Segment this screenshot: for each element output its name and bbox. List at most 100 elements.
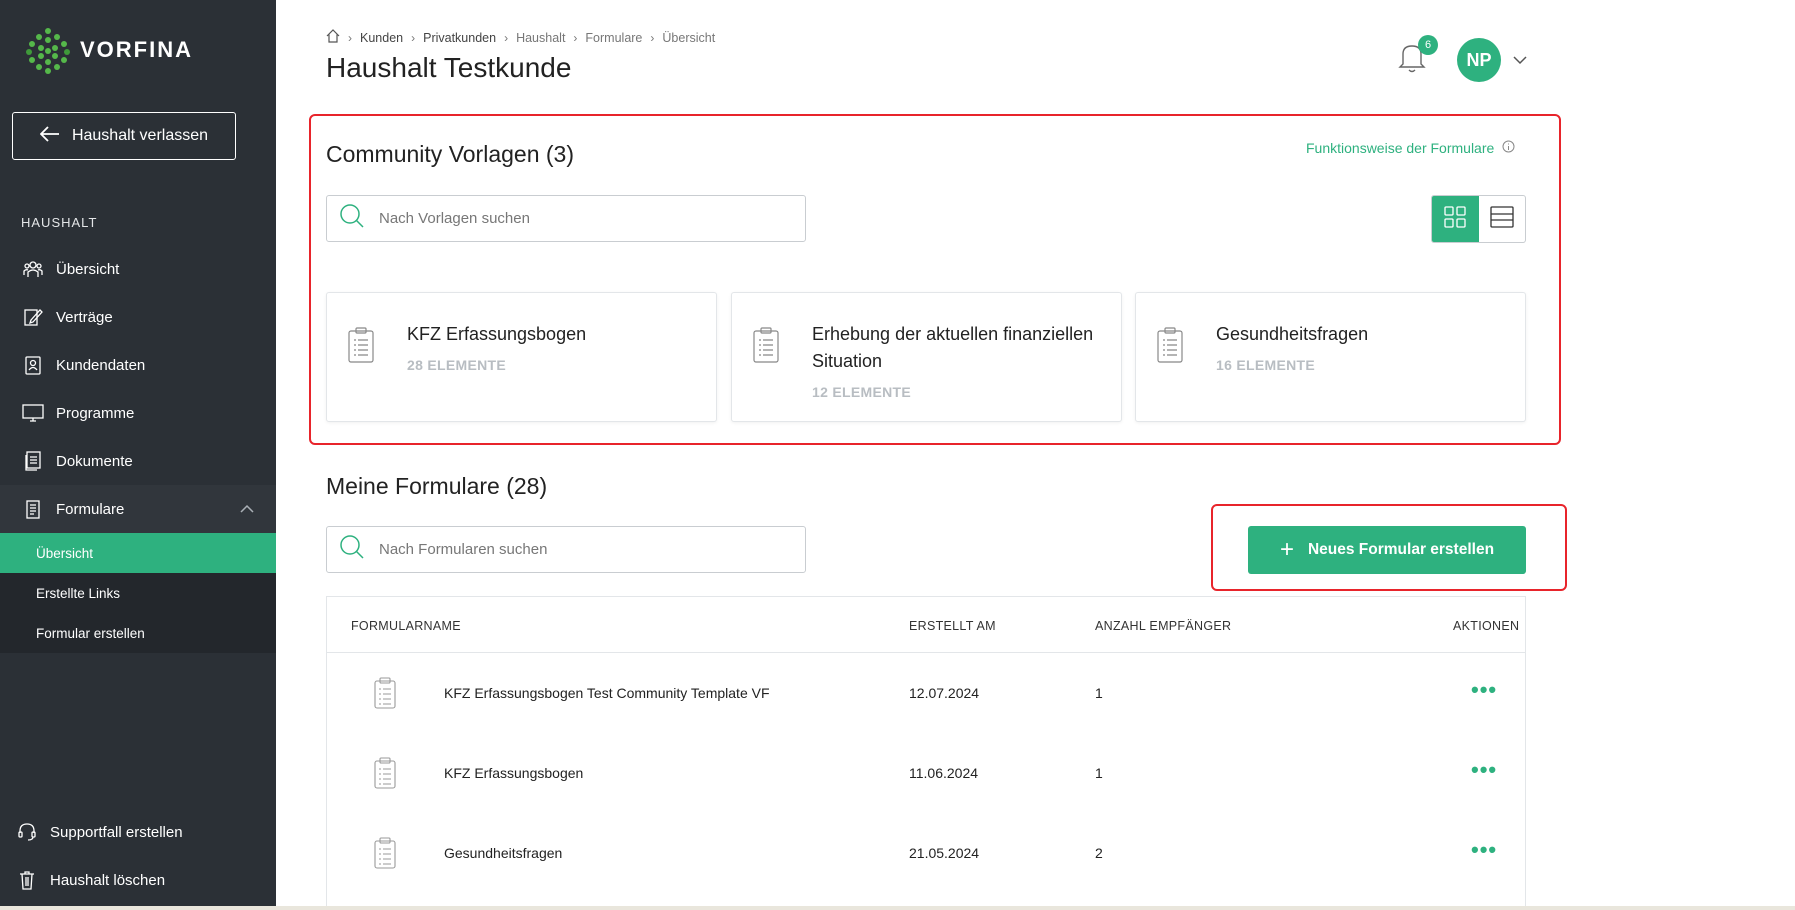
table-header: FORMULARNAME ERSTELLT AM ANZAHL EMPFÄNGE… [327, 597, 1525, 653]
view-toggle [1431, 195, 1526, 243]
sidebar-item-kundendaten[interactable]: Kundendaten [0, 341, 276, 389]
sidebar-item-label: Verträge [56, 308, 113, 326]
my-forms-title: Meine Formulare (28) [326, 473, 548, 499]
search-icon [339, 203, 365, 234]
leave-household-label: Haushalt verlassen [71, 127, 209, 144]
form-document-icon [347, 327, 375, 363]
column-header-created[interactable]: ERSTELLT AM [909, 619, 996, 633]
sidebar-nav: Übersicht Verträge Kundendaten Programme [0, 245, 276, 653]
sidebar-item-vertraege[interactable]: Verträge [0, 293, 276, 341]
form-created-date: 12.07.2024 [909, 685, 980, 701]
form-name[interactable]: KFZ Erfassungsbogen Test Community Templ… [444, 685, 770, 701]
sidebar-item-label: Haushalt löschen [50, 871, 166, 889]
trash-icon [16, 869, 38, 891]
sidebar-item-programme[interactable]: Programme [0, 389, 276, 437]
edit-icon [22, 306, 44, 328]
sidebar-item-label: Übersicht [56, 260, 120, 278]
sidebar-subitem-erstellte-links[interactable]: Erstellte Links [0, 573, 276, 613]
sidebar-item-label: Programme [56, 404, 135, 422]
template-element-count: 28 ELEMENTE [407, 357, 506, 373]
leave-household-button[interactable]: Haushalt verlassen [12, 112, 236, 160]
template-search [326, 195, 806, 242]
vorfina-logo-icon [26, 28, 70, 74]
contact-card-icon [22, 354, 44, 376]
page-title: Haushalt Testkunde [326, 52, 572, 83]
sidebar-item-label: Kundendaten [56, 356, 146, 374]
sidebar-item-label: Dokumente [56, 452, 133, 470]
form-search [326, 526, 806, 573]
list-view-button[interactable] [1479, 196, 1526, 242]
form-created-date: 21.05.2024 [909, 845, 980, 861]
sidebar-subitem-formular-erstellen[interactable]: Formular erstellen [0, 613, 276, 653]
sidebar: VORFINA Haushalt verlassen HAUSHALT Über… [0, 0, 276, 910]
table-row[interactable]: KFZ Erfassungsbogen 11.06.2024 1 ••• [327, 733, 1525, 813]
logo[interactable]: VORFINA [26, 28, 193, 74]
template-element-count: 16 ELEMENTE [1216, 357, 1315, 373]
breadcrumb-item-current: Übersicht [662, 30, 716, 45]
template-search-input[interactable] [379, 210, 779, 227]
window-bottom-edge [0, 906, 1795, 910]
template-name: Erhebung der aktuellen finanziellen Situ… [812, 324, 1094, 371]
chevron-down-icon[interactable] [1513, 52, 1527, 66]
form-recipient-count: 1 [1095, 685, 1103, 701]
template-name: KFZ Erfassungsbogen [407, 324, 587, 344]
delete-household-button[interactable]: Haushalt löschen [0, 856, 276, 904]
form-document-icon [373, 757, 397, 789]
form-icon [22, 498, 44, 520]
form-document-icon [373, 837, 397, 869]
community-title: Community Vorlagen (3) [326, 141, 574, 167]
form-name[interactable]: Gesundheitsfragen [444, 845, 562, 861]
breadcrumb-item[interactable]: Haushalt [516, 31, 565, 45]
form-document-icon [373, 677, 397, 709]
documents-icon [22, 450, 44, 472]
column-header-actions: AKTIONEN [1453, 619, 1520, 633]
template-card[interactable]: Gesundheitsfragen 16 ELEMENTE [1135, 292, 1526, 422]
new-form-button[interactable]: + Neues Formular erstellen [1248, 526, 1526, 574]
forms-table: FORMULARNAME ERSTELLT AM ANZAHL EMPFÄNGE… [326, 596, 1526, 910]
plus-icon: + [1279, 536, 1294, 563]
home-icon[interactable] [326, 29, 340, 46]
brand-name: VORFINA [80, 37, 193, 62]
grid-view-button[interactable] [1432, 196, 1479, 242]
people-icon [22, 258, 44, 280]
sidebar-bottom-nav: Supportfall erstellen Haushalt löschen [0, 808, 276, 904]
form-created-date: 11.06.2024 [909, 765, 979, 781]
support-case-button[interactable]: Supportfall erstellen [0, 808, 276, 856]
table-row[interactable]: KFZ Erfassungsbogen Test Community Templ… [327, 653, 1525, 733]
column-header-recipients[interactable]: ANZAHL EMPFÄNGER [1095, 619, 1231, 633]
sidebar-item-uebersicht[interactable]: Übersicht [0, 245, 276, 293]
template-card[interactable]: KFZ Erfassungsbogen 28 ELEMENTE [326, 292, 717, 422]
avatar[interactable]: NP [1457, 38, 1501, 82]
list-icon [1490, 205, 1514, 233]
form-recipient-count: 1 [1095, 765, 1103, 781]
search-icon [339, 534, 365, 565]
breadcrumb-item[interactable]: Kunden [360, 31, 403, 45]
table-row[interactable]: Gesundheitsfragen 21.05.2024 2 ••• [327, 813, 1525, 893]
how-forms-work-link[interactable]: Funktionsweise der Formulare [1306, 140, 1515, 156]
form-name[interactable]: KFZ Erfassungsbogen [444, 765, 583, 781]
form-search-input[interactable] [379, 541, 779, 558]
chevron-up-icon [240, 501, 254, 518]
breadcrumb-item[interactable]: Privatkunden [423, 31, 496, 45]
grid-icon [1444, 205, 1466, 233]
sidebar-item-formulare[interactable]: Formulare [0, 485, 276, 533]
form-document-icon [1156, 327, 1184, 363]
column-header-name[interactable]: FORMULARNAME [351, 619, 461, 633]
info-icon [1502, 140, 1515, 156]
breadcrumb-item[interactable]: Formulare [585, 31, 642, 45]
sidebar-item-label: Supportfall erstellen [50, 823, 183, 841]
app: VORFINA Haushalt verlassen HAUSHALT Über… [0, 0, 1795, 910]
breadcrumb: › Kunden › Privatkunden › Haushalt › For… [326, 29, 715, 46]
sidebar-submenu: Übersicht Erstellte Links Formular erste… [0, 533, 276, 653]
how-forms-work-label: Funktionsweise der Formulare [1306, 140, 1495, 156]
sidebar-item-label: Formulare [56, 500, 125, 518]
template-card[interactable]: Erhebung der aktuellen finanziellen Situ… [731, 292, 1122, 422]
notification-badge: 6 [1418, 35, 1438, 55]
more-actions-icon[interactable]: ••• [1471, 759, 1497, 781]
more-actions-icon[interactable]: ••• [1471, 839, 1497, 861]
sidebar-subitem-uebersicht[interactable]: Übersicht [0, 533, 276, 573]
sidebar-item-dokumente[interactable]: Dokumente [0, 437, 276, 485]
more-actions-icon[interactable]: ••• [1471, 679, 1497, 701]
template-name: Gesundheitsfragen [1216, 324, 1369, 344]
template-element-count: 12 ELEMENTE [812, 384, 911, 400]
